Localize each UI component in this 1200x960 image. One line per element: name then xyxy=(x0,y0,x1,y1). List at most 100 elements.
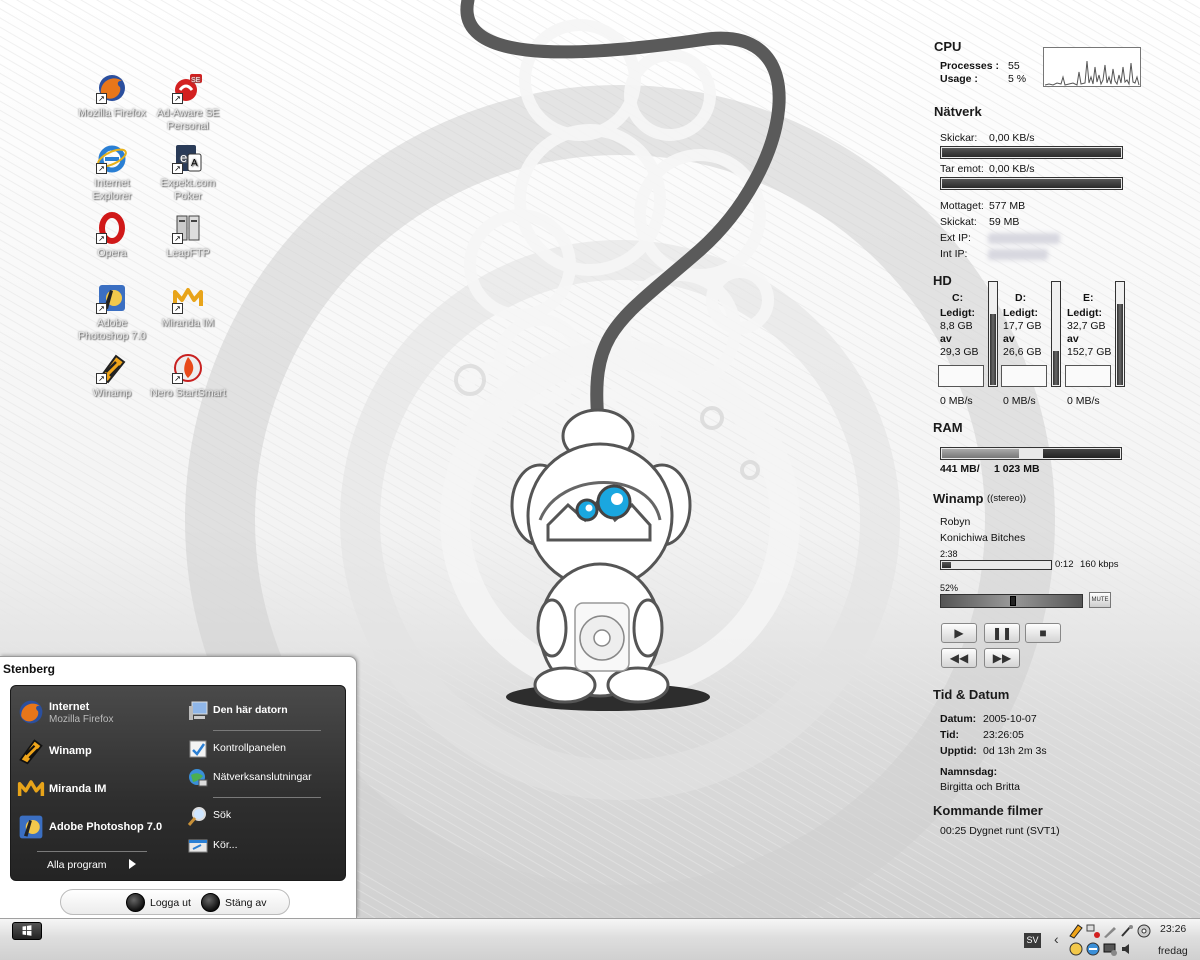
shutdown-label: Stäng av xyxy=(225,897,267,909)
start-item-winamp[interactable]: Winamp xyxy=(15,735,175,769)
hd-activity-graph xyxy=(1065,365,1111,387)
hd-free-label: Ledigt: xyxy=(1067,307,1102,319)
ram-usage-bar xyxy=(940,447,1122,460)
network-globe-icon xyxy=(187,767,209,789)
arrow-right-icon xyxy=(129,859,136,869)
winamp-position: 0:12 xyxy=(1055,559,1074,570)
start-item-label: Sök xyxy=(213,809,232,821)
desktop-icon-nero[interactable]: ↗ Nero StartSmart xyxy=(150,352,226,400)
winamp-play-button[interactable]: ▶ xyxy=(941,623,977,643)
desktop-icon-photoshop[interactable]: ↗ Adobe Photoshop 7.0 xyxy=(74,282,150,343)
disc-tray-icon[interactable] xyxy=(1136,923,1152,939)
winamp-volume-label: 52% xyxy=(940,583,959,593)
winamp-track: Konichiwa Bitches xyxy=(940,532,1026,544)
language-indicator[interactable]: SV xyxy=(1024,933,1041,948)
all-programs-button[interactable]: Alla program xyxy=(47,858,157,874)
shutdown-icon xyxy=(201,893,220,912)
icon-label: Expekt.com Poker xyxy=(160,177,216,202)
play-icon: ▶ xyxy=(954,626,964,640)
cpu-processes-value: 55 xyxy=(1008,60,1020,72)
start-item-my-computer[interactable]: Den här datorn xyxy=(185,698,335,724)
start-item-run[interactable]: Kör... xyxy=(185,833,335,859)
winamp-mute-button[interactable]: MUTE xyxy=(1089,592,1111,608)
movies-item: 00:25 Dygnet runt (SVT1) xyxy=(940,825,1060,837)
volume-knob[interactable] xyxy=(1010,596,1016,606)
firefox-icon: ↗ xyxy=(96,72,128,104)
control-panel-icon xyxy=(187,738,209,760)
monitor-tray-icon[interactable] xyxy=(1102,941,1118,957)
network-send-value: 0,00 KB/s xyxy=(989,132,1035,144)
start-item-miranda[interactable]: Miranda IM xyxy=(15,773,175,807)
start-item-photoshop[interactable]: Adobe Photoshop 7.0 xyxy=(15,811,175,845)
start-item-label: Nätverksanslutningar xyxy=(213,771,312,783)
network-received-value: 577 MB xyxy=(989,200,1026,212)
chevron-left-icon[interactable]: ‹ xyxy=(1054,931,1059,947)
taskbar-clock-time[interactable]: 23:26 xyxy=(1160,923,1186,935)
network-title: Nätverk xyxy=(934,104,982,119)
desktop-icon-winamp[interactable]: ↗ Winamp xyxy=(74,352,150,400)
start-item-label: Internet xyxy=(49,701,90,713)
hd-of-label: av xyxy=(1067,333,1079,345)
date-value: 2005-10-07 xyxy=(983,713,1037,725)
all-programs-label: Alla program xyxy=(47,859,107,871)
rewind-icon: ◀◀ xyxy=(949,651,969,665)
expekt-poker-icon: eA ↗ xyxy=(172,142,204,174)
start-button[interactable] xyxy=(12,922,42,940)
hd-total-value: 29,3 GB xyxy=(940,346,979,358)
winamp-volume-slider[interactable] xyxy=(940,594,1083,608)
desktop-icon-firefox[interactable]: ↗ Mozilla Firefox xyxy=(74,72,150,120)
winamp-previous-button[interactable]: ◀◀ xyxy=(941,648,977,668)
winamp-stop-button[interactable]: ■ xyxy=(1025,623,1061,643)
network-tray-icon[interactable] xyxy=(1085,923,1101,939)
start-item-control-panel[interactable]: Kontrollpanelen xyxy=(185,736,335,762)
ram-total: 1 023 MB xyxy=(994,463,1040,475)
network-int-ip-redacted xyxy=(988,249,1048,260)
start-item-label: Adobe Photoshop 7.0 xyxy=(49,821,163,833)
hd-of-label: av xyxy=(1003,333,1015,345)
desktop-icon-internet-explorer[interactable]: ↗ Internet Explorer xyxy=(74,142,150,203)
miranda-icon xyxy=(17,775,45,803)
winamp-next-button[interactable]: ▶▶ xyxy=(984,648,1020,668)
winamp-pause-button[interactable]: ❚❚ xyxy=(984,623,1020,643)
miranda-icon: ↗ xyxy=(172,282,204,314)
network-recv-bar xyxy=(940,177,1123,190)
desktop-icon-expekt-poker[interactable]: eA ↗ Expekt.com Poker xyxy=(150,142,226,203)
start-item-search[interactable]: Sök xyxy=(185,803,335,829)
desktop-icon-leapftp[interactable]: ↗ LeapFTP xyxy=(150,212,226,260)
security-tray-icon[interactable] xyxy=(1085,941,1101,957)
winamp-tray-icon[interactable] xyxy=(1068,923,1084,939)
run-icon xyxy=(187,835,209,857)
uptime-label: Upptid: xyxy=(940,745,977,757)
taskbar: SV ‹ 23:26 fredag xyxy=(0,918,1200,960)
start-item-label: Winamp xyxy=(49,745,92,757)
hd-drive-name: D: xyxy=(1015,292,1027,304)
desktop-icon-miranda[interactable]: ↗ Miranda IM xyxy=(150,282,226,330)
pause-icon: ❚❚ xyxy=(991,626,1013,640)
pen-tray-icon[interactable] xyxy=(1102,923,1118,939)
firefox-icon xyxy=(17,698,45,726)
winamp-seek-bar[interactable] xyxy=(940,560,1052,570)
winamp-icon: ↗ xyxy=(96,352,128,384)
nero-icon: ↗ xyxy=(172,352,204,384)
network-sent-label: Skickat: xyxy=(940,216,977,228)
logoff-label: Logga ut xyxy=(150,897,191,909)
winamp-duration: 2:38 xyxy=(940,549,958,559)
speaker-tray-icon[interactable] xyxy=(1119,941,1135,957)
logoff-icon xyxy=(126,893,145,912)
date-label: Datum: xyxy=(940,713,977,725)
start-item-network-connections[interactable]: Nätverksanslutningar xyxy=(185,765,335,791)
desktop-icon-opera[interactable]: ↗ Opera xyxy=(74,212,150,260)
winamp-icon xyxy=(17,737,45,765)
winamp-mode: ((stereo)) xyxy=(987,493,1027,504)
datetime-title: Tid & Datum xyxy=(933,687,1010,702)
hd-usage-bar xyxy=(988,281,998,387)
hd-total-value: 152,7 GB xyxy=(1067,346,1112,358)
start-item-label: Kontrollpanelen xyxy=(213,742,286,754)
start-item-internet[interactable]: Internet Mozilla Firefox xyxy=(15,696,175,730)
winamp-title: Winamp xyxy=(933,491,984,506)
desktop-icon-adaware[interactable]: SE ↗ Ad-Aware SE Personal xyxy=(150,72,226,133)
network-recv-label: Tar emot: xyxy=(940,163,984,175)
fast-forward-icon: ▶▶ xyxy=(992,651,1012,665)
miranda-tray-icon[interactable] xyxy=(1068,941,1084,957)
tool-tray-icon[interactable] xyxy=(1119,923,1135,939)
